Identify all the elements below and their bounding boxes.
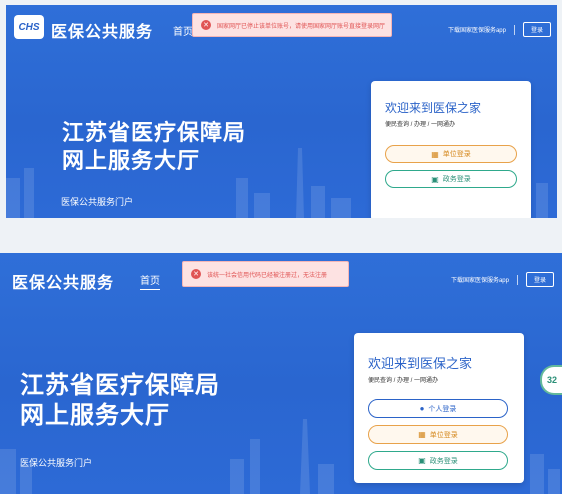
screenshot-top: CHS 医保公共服务 首页 ✕ 国家网厅已停止该单位账号，请使用国家网厅账号直接… [6, 5, 557, 218]
hero-title-line1: 江苏省医疗保障局 [62, 120, 247, 145]
error-toast-message: 国家网厅已停止该单位账号，请使用国家网厅账号直接登录网厅 [217, 23, 386, 30]
unit-login-label: 单位登录 [442, 151, 471, 158]
portal-label: 医保公共服务门户 [20, 458, 93, 468]
hero-title: 江苏省医疗保障局 网上服务大厅 [20, 371, 220, 431]
x-circle-icon: ✕ [201, 20, 211, 30]
login-button[interactable]: 登录 [525, 272, 554, 287]
header-actions: 下载国家医保服务app 登录 [451, 272, 554, 287]
personal-login-label: 个人登录 [428, 405, 457, 413]
hero-title: 江苏省医疗保障局 网上服务大厅 [62, 119, 246, 174]
nav-home-link[interactable]: 首页 [140, 272, 160, 290]
personal-login-button[interactable]: ● 个人登录 [368, 399, 508, 418]
gov-icon: ▣ [431, 174, 439, 184]
hero-title-line1: 江苏省医疗保障局 [20, 372, 220, 399]
screenshot-bottom: 医保公共服务 首页 ✕ 该统一社会信用代码已经被注册过，无法注册 下载国家医保服… [0, 253, 562, 494]
unit-login-button[interactable]: ▦ 单位登录 [385, 145, 517, 163]
gov-login-button[interactable]: ▣ 政务登录 [368, 451, 508, 470]
nav-home-link[interactable]: 首页 [173, 23, 193, 38]
portal-label: 医保公共服务门户 [61, 197, 134, 207]
brand-name: 医保公共服务 [12, 275, 115, 292]
divider [516, 274, 518, 285]
hero-title-line2: 网上服务大厅 [62, 147, 201, 173]
error-toast: ✕ 该统一社会信用代码已经被注册过，无法注册 [182, 261, 349, 287]
site-logo[interactable]: CHS [14, 15, 44, 39]
login-card: 欢迎来到医保之家 便民查询 / 办理 / 一网通办 ▦ 单位登录 ▣ 政务登录 [371, 81, 531, 218]
side-floating-badge[interactable]: 32 [540, 365, 562, 395]
card-title: 欢迎来到医保之家 [385, 101, 482, 115]
gov-icon: ▣ [418, 456, 426, 465]
error-toast: ✕ 国家网厅已停止该单位账号，请使用国家网厅账号直接登录网厅 [192, 13, 392, 37]
gov-login-button[interactable]: ▣ 政务登录 [385, 170, 517, 188]
hero-title-line2: 网上服务大厅 [20, 402, 170, 429]
gov-login-label: 政务登录 [429, 457, 458, 465]
login-button[interactable]: 登录 [522, 22, 551, 37]
unit-login-button[interactable]: ▦ 单位登录 [368, 425, 508, 444]
x-circle-icon: ✕ [191, 269, 201, 279]
error-toast-message: 该统一社会信用代码已经被注册过，无法注册 [207, 272, 328, 279]
header-actions: 下载国家医保服务app 登录 [448, 22, 551, 37]
brand-name: 医保公共服务 [51, 24, 154, 41]
unit-login-label: 单位登录 [429, 431, 458, 439]
divider [513, 24, 515, 35]
building-icon: ▦ [418, 430, 426, 439]
login-card: 欢迎来到医保之家 便民查询 / 办理 / 一网通办 ● 个人登录 ▦ 单位登录 … [354, 333, 524, 483]
gov-login-label: 政务登录 [442, 176, 471, 183]
download-app-link[interactable]: 下载国家医保服务app [451, 275, 509, 284]
building-icon: ▦ [431, 149, 439, 159]
download-app-link[interactable]: 下载国家医保服务app [448, 25, 506, 34]
person-icon: ● [419, 404, 425, 413]
card-title: 欢迎来到医保之家 [368, 356, 473, 371]
card-subtitle: 便民查询 / 办理 / 一网通办 [368, 378, 439, 384]
card-subtitle: 便民查询 / 办理 / 一网通办 [385, 122, 456, 128]
